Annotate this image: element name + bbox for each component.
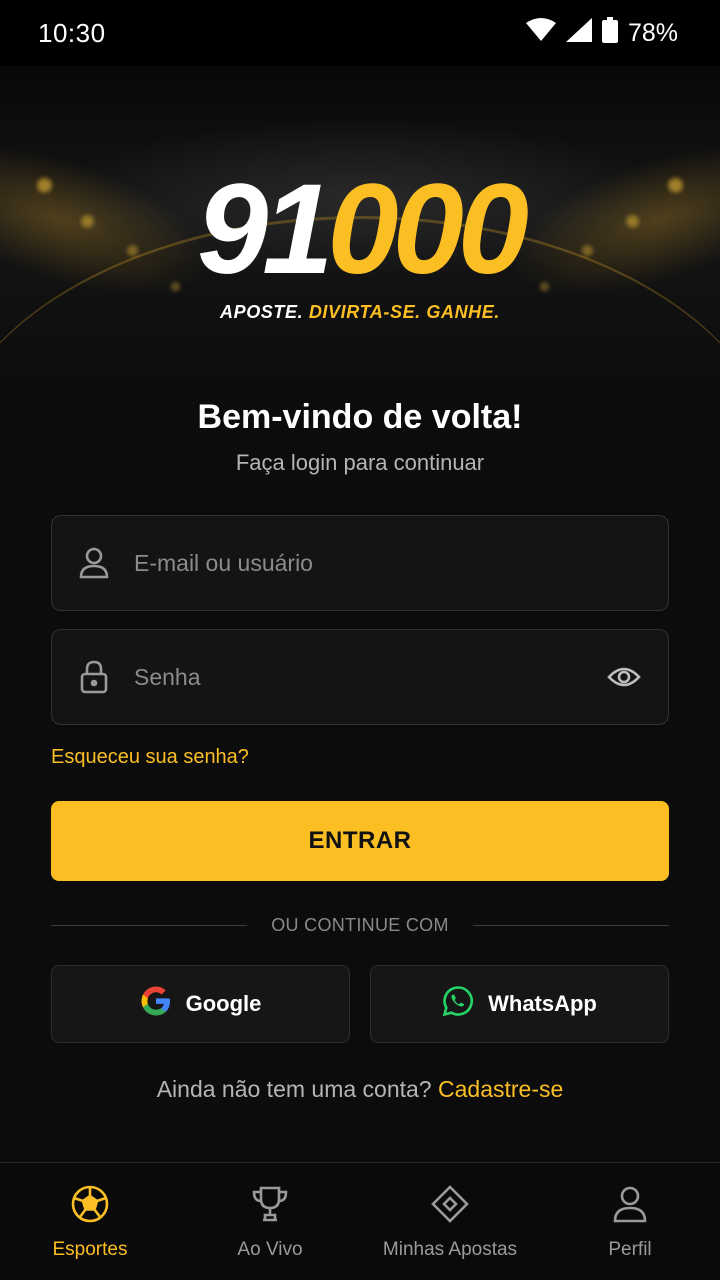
brand-tagline: APOSTE. DIVIRTA-SE. GANHE. <box>0 302 720 323</box>
page-title: Bem-vindo de volta! <box>197 398 523 436</box>
soccer-ball-icon <box>69 1183 111 1225</box>
login-submit-button[interactable]: ENTRAR <box>51 801 669 881</box>
lock-icon <box>78 660 110 694</box>
nav-label-ao-vivo: Ao Vivo <box>237 1239 303 1260</box>
email-input[interactable] <box>134 549 642 577</box>
password-field[interactable] <box>51 629 669 725</box>
nav-label-perfil: Perfil <box>608 1239 652 1260</box>
nav-item-ao-vivo[interactable]: Ao Vivo <box>180 1163 360 1280</box>
battery-icon <box>601 16 618 50</box>
tagline-white: APOSTE. <box>220 302 304 322</box>
ticket-diamond-icon <box>429 1183 471 1225</box>
password-input[interactable] <box>134 663 606 691</box>
status-time: 10:30 <box>38 17 106 48</box>
battery-percent: 78% <box>627 18 678 47</box>
trophy-icon <box>249 1183 291 1225</box>
google-login-button[interactable]: Google <box>51 965 350 1043</box>
user-icon <box>609 1183 651 1225</box>
tagline-yellow: DIVIRTA-SE. GANHE. <box>308 302 500 322</box>
signup-prompt: Ainda não tem uma conta? <box>156 1076 432 1102</box>
logo-white-part: 91 <box>197 158 333 301</box>
divider-line-left <box>51 924 248 926</box>
logo-yellow-part: 000 <box>327 158 529 301</box>
show-password-eye-icon[interactable] <box>606 659 642 695</box>
signup-link[interactable]: Cadastre-se <box>438 1076 563 1102</box>
nav-item-perfil[interactable]: Perfil <box>540 1163 720 1280</box>
signup-row: Ainda não tem uma conta? Cadastre-se <box>0 1076 720 1103</box>
bottom-navigation: Esportes Ao Vivo Minhas Apostas Perfil <box>0 1162 720 1280</box>
forgot-password-link[interactable]: Esqueceu sua senha? <box>51 746 249 769</box>
status-bar: 10:30 78% <box>0 0 720 66</box>
wifi-icon <box>525 17 556 49</box>
nav-label-esportes: Esportes <box>52 1239 128 1260</box>
hero-banner: 91000 APOSTE. DIVIRTA-SE. GANHE. <box>0 66 720 396</box>
login-screen: 10:30 78% 91000 APOSTE. DIVIRTA-SE. GANH… <box>0 0 720 1280</box>
signal-icon <box>565 17 592 49</box>
user-icon <box>78 547 110 579</box>
email-field[interactable] <box>51 515 669 611</box>
whatsapp-login-button[interactable]: WhatsApp <box>370 965 669 1043</box>
whatsapp-icon <box>442 985 474 1023</box>
nav-item-esportes[interactable]: Esportes <box>0 1163 180 1280</box>
brand-logo: 91000 <box>0 166 720 294</box>
social-divider: OU CONTINUE COM <box>51 912 669 938</box>
nav-item-minhas-apostas[interactable]: Minhas Apostas <box>360 1163 540 1280</box>
status-icons: 78% <box>525 16 678 50</box>
divider-text: OU CONTINUE COM <box>271 914 449 935</box>
google-icon <box>140 985 172 1023</box>
page-subtitle: Faça login para continuar <box>235 450 485 475</box>
nav-label-minhas-apostas: Minhas Apostas <box>382 1239 518 1260</box>
divider-line-right <box>472 924 669 926</box>
whatsapp-button-label: WhatsApp <box>488 991 597 1016</box>
google-button-label: Google <box>185 991 262 1016</box>
